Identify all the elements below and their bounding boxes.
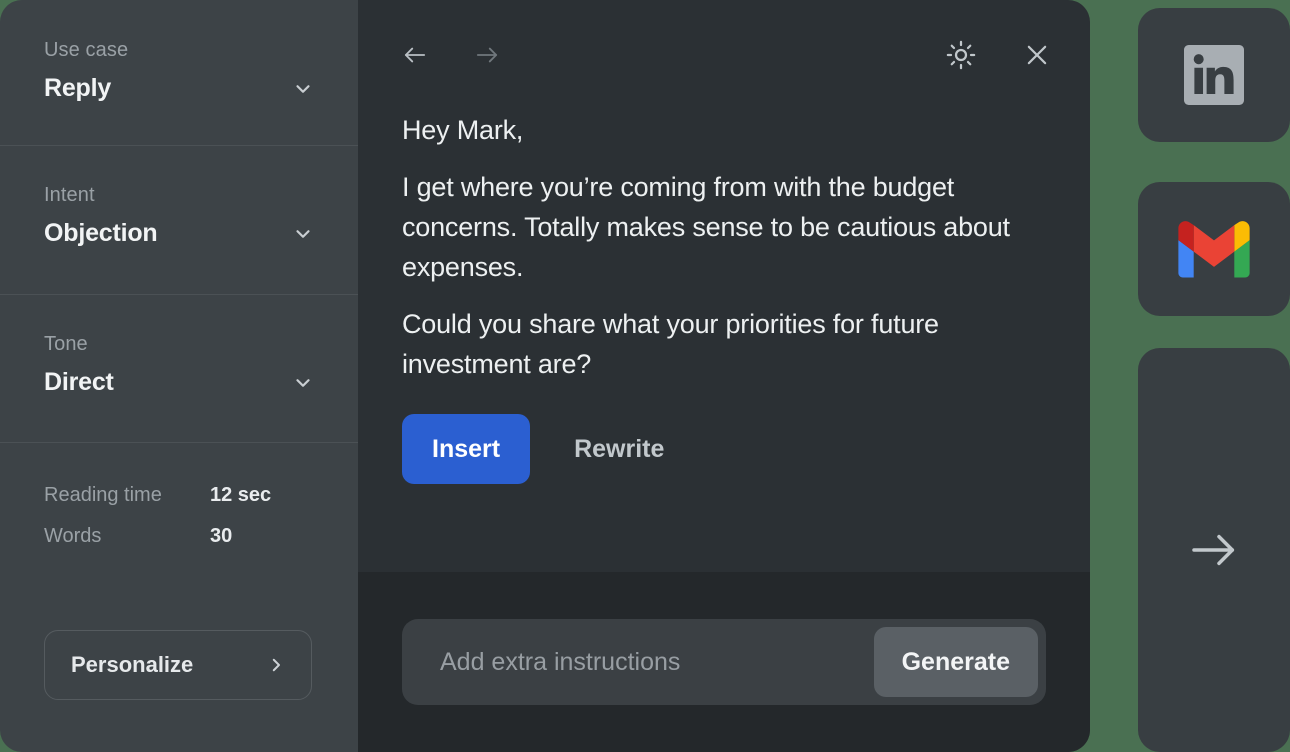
arrow-right-icon	[476, 47, 498, 63]
arrow-left-icon	[404, 47, 426, 63]
field-use-case-value: Reply	[44, 74, 112, 102]
panel-toolbar	[358, 0, 1090, 110]
field-intent-value: Objection	[44, 219, 158, 247]
field-tone-label: Tone	[44, 333, 88, 355]
back-button[interactable]	[402, 44, 428, 66]
draft-actions: Insert Rewrite	[402, 414, 1046, 484]
draft-paragraph: Hey Mark,	[402, 115, 524, 145]
draft-paragraph: I get where you’re coming from with the …	[402, 172, 1010, 282]
field-use-case-label: Use case	[44, 39, 129, 61]
settings-sidebar: Use case Reply Intent Objection Tone Dir…	[0, 0, 358, 752]
gmail-icon	[1178, 221, 1250, 278]
stat-words-label: Words	[44, 525, 102, 547]
draft-body: Hey Mark, I get where you’re coming from…	[358, 110, 1090, 572]
sun-icon	[946, 40, 976, 70]
app-rail	[1090, 0, 1290, 752]
field-use-case[interactable]: Use case Reply	[0, 0, 358, 145]
stat-words-value: 30	[210, 525, 233, 547]
chevron-right-icon	[267, 656, 285, 674]
composer-field-wrapper[interactable]: Generate	[402, 619, 1046, 705]
field-intent-label: Intent	[44, 184, 95, 206]
extra-instructions-input[interactable]	[410, 647, 874, 677]
close-icon	[1027, 45, 1047, 65]
personalize-button-label: Personalize	[71, 652, 194, 677]
arrow-right-icon	[1192, 534, 1235, 566]
stat-reading-time-value: 12 sec	[210, 484, 272, 506]
chevron-down-icon[interactable]	[292, 78, 314, 100]
linkedin-icon	[1184, 45, 1244, 105]
field-tone[interactable]: Tone Direct	[0, 294, 358, 442]
rewrite-button[interactable]: Rewrite	[574, 435, 664, 464]
assistant-window: Use case Reply Intent Objection Tone Dir…	[0, 0, 1090, 752]
chevron-down-icon[interactable]	[292, 223, 314, 245]
generate-button[interactable]: Generate	[873, 627, 1038, 697]
draft-paragraph: Could you share what your priorities for…	[402, 309, 939, 379]
field-intent[interactable]: Intent Objection	[0, 145, 358, 294]
insert-button[interactable]: Insert	[402, 414, 531, 484]
chevron-down-icon[interactable]	[292, 372, 314, 394]
stat-words: Words 30	[44, 525, 314, 548]
composer-bar: Generate	[358, 572, 1090, 752]
stat-reading-time-label: Reading time	[44, 484, 162, 506]
screen-background: Use case Reply Intent Objection Tone Dir…	[0, 0, 1290, 752]
personalize-button[interactable]: Personalize	[44, 630, 312, 700]
rail-card-linkedin[interactable]	[1138, 8, 1290, 142]
field-tone-value: Direct	[44, 368, 114, 396]
stat-reading-time: Reading time 12 sec	[44, 484, 314, 507]
rail-card-expand[interactable]	[1138, 348, 1290, 752]
forward-button[interactable]	[474, 44, 500, 66]
draft-panel: Hey Mark, I get where you’re coming from…	[358, 0, 1090, 752]
theme-toggle-button[interactable]	[946, 40, 976, 70]
close-button[interactable]	[1024, 42, 1050, 68]
rail-card-gmail[interactable]	[1138, 182, 1290, 316]
stats-section: Reading time 12 sec Words 30 Personalize	[0, 442, 358, 752]
